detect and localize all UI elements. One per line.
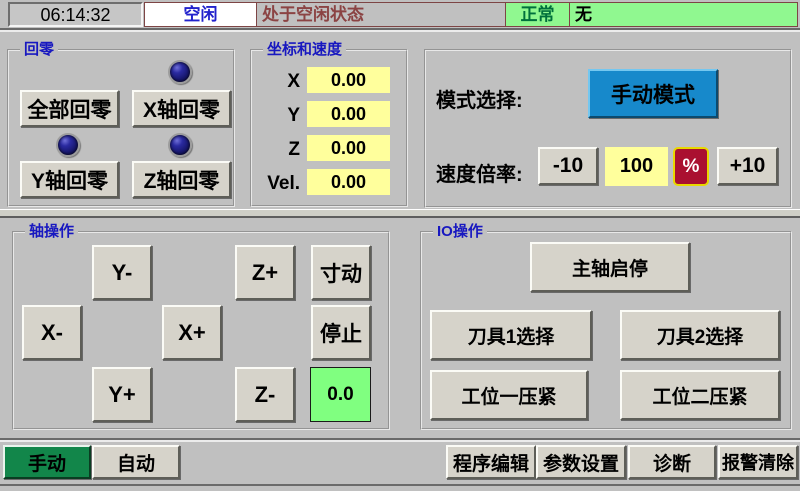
manual-mode-button[interactable]: 手动模式: [588, 69, 718, 118]
axis-title: 轴操作: [25, 223, 78, 241]
home-y-led-indicator: [56, 133, 80, 157]
panel-coords: 坐标和速度 X 0.00 Y 0.00 Z 0.00 Vel. 0.00: [250, 49, 408, 207]
panel-io: IO操作 主轴启停 刀具1选择 刀具2选择 工位一压紧 工位二压紧: [420, 231, 792, 430]
tool2-select-button[interactable]: 刀具2选择: [620, 310, 780, 360]
override-value: 100: [605, 147, 668, 186]
z-plus-jog-button[interactable]: Z+: [235, 245, 295, 300]
manual-tab-button[interactable]: 手动: [3, 445, 91, 479]
home-all-button[interactable]: 全部回零: [20, 90, 119, 127]
home-z-led-indicator: [168, 133, 192, 157]
x-plus-jog-button[interactable]: X+: [162, 305, 222, 360]
diagnose-button[interactable]: 诊断: [628, 445, 716, 479]
y-minus-jog-button[interactable]: Y-: [92, 245, 152, 300]
coord-label-y: Y: [252, 103, 300, 129]
stop-button[interactable]: 停止: [311, 305, 371, 360]
screen-bottom-edge: [0, 484, 800, 486]
section-divider: [0, 209, 800, 218]
coord-value-x: 0.00: [307, 67, 390, 93]
spindle-toggle-button[interactable]: 主轴启停: [530, 242, 690, 292]
override-minus-button[interactable]: -10: [538, 147, 598, 185]
z-minus-jog-button[interactable]: Z-: [235, 367, 295, 422]
homing-title: 回零: [20, 41, 58, 59]
status-mode: 空闲: [144, 2, 257, 27]
inch-jog-button[interactable]: 寸动: [311, 245, 371, 300]
status-time: 06:14:32: [8, 2, 143, 27]
mode-select-label: 模式选择:: [436, 84, 523, 113]
program-edit-button[interactable]: 程序编辑: [446, 445, 536, 479]
coords-title: 坐标和速度: [263, 41, 346, 59]
jog-step-value[interactable]: 0.0: [310, 367, 371, 422]
alarm-message: 无: [569, 2, 798, 27]
hmi-screen: 06:14:32 空闲 处于空闲状态 正常 无 回零 全部回零 X轴回零 Y轴回…: [0, 0, 800, 491]
coord-value-y: 0.00: [307, 101, 390, 127]
auto-tab-button[interactable]: 自动: [92, 445, 180, 479]
home-x-led-indicator: [168, 60, 192, 84]
coord-label-vel: Vel.: [252, 171, 300, 197]
coord-label-z: Z: [252, 137, 300, 163]
divider: [0, 28, 800, 32]
panel-mode: 模式选择: 手动模式 速度倍率: -10 100 % +10: [424, 49, 792, 208]
alarm-state: 正常: [505, 2, 570, 27]
panel-homing: 回零 全部回零 X轴回零 Y轴回零 Z轴回零: [7, 49, 235, 207]
home-z-button[interactable]: Z轴回零: [132, 161, 231, 198]
home-x-button[interactable]: X轴回零: [132, 90, 231, 127]
speed-override-label: 速度倍率:: [436, 158, 523, 187]
y-plus-jog-button[interactable]: Y+: [92, 367, 152, 422]
override-plus-button[interactable]: +10: [717, 147, 778, 185]
home-y-button[interactable]: Y轴回零: [20, 161, 119, 198]
bottom-divider: [0, 438, 800, 442]
coord-value-z: 0.00: [307, 135, 390, 161]
io-title: IO操作: [433, 223, 487, 241]
tool1-select-button[interactable]: 刀具1选择: [430, 310, 592, 360]
coord-value-vel: 0.00: [307, 169, 390, 195]
coord-label-x: X: [252, 69, 300, 95]
percent-badge: %: [673, 147, 709, 186]
station2-clamp-button[interactable]: 工位二压紧: [620, 370, 780, 420]
station1-clamp-button[interactable]: 工位一压紧: [430, 370, 588, 420]
status-message: 处于空闲状态: [256, 2, 506, 27]
x-minus-jog-button[interactable]: X-: [22, 305, 82, 360]
param-settings-button[interactable]: 参数设置: [536, 445, 626, 479]
panel-axis: 轴操作 Y- Z+ 寸动 X- X+ 停止 Y+ Z- 0.0: [12, 231, 390, 430]
alarm-clear-button[interactable]: 报警清除: [718, 445, 798, 479]
